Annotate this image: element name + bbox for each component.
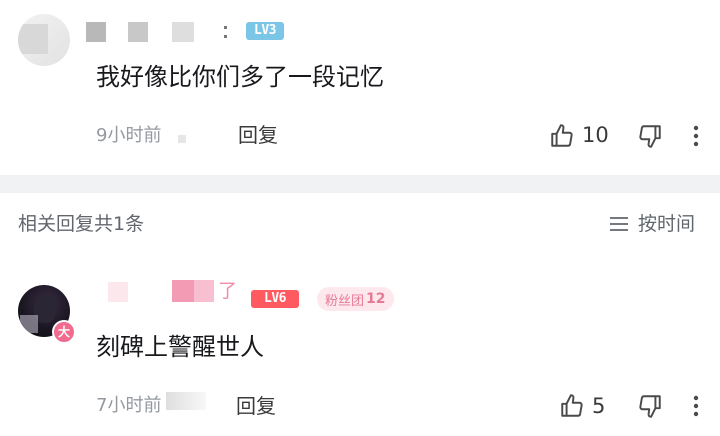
reply-username-char: 了 [218,280,238,302]
comment-reply-button[interactable]: 回复 [238,121,278,149]
dislike-icon[interactable] [636,392,664,420]
avatar-badge: 大 [52,320,76,344]
dislike-icon[interactable] [636,122,664,150]
comment-level-badge: LV3 [246,22,284,40]
comment-time: 9小时前 [96,125,162,146]
reply-username[interactable]: 了 [100,280,240,306]
comment-text: 我好像比你们多了一段记忆 [96,63,384,91]
fan-badge-level: 12 [366,291,386,307]
replies-count-title: 相关回复共1条 [18,213,145,235]
comment-avatar[interactable] [18,14,70,66]
reply-like-count: 5 [592,394,606,418]
reply-reply-button[interactable]: 回复 [236,392,276,420]
more-vertical-icon[interactable] [686,392,706,420]
reply-level-badge: LV6 [251,290,299,308]
section-divider [0,175,720,193]
more-vertical-icon[interactable] [686,122,706,150]
reply-time-blur [166,392,206,410]
menu-lines-icon [608,214,630,234]
comment-like-count: 10 [582,123,609,147]
like-icon[interactable] [558,392,586,420]
fan-badge-label: 粉丝团 [325,293,365,309]
like-icon[interactable] [548,122,576,150]
reply-text: 刻碑上警醒世人 [96,333,264,361]
reply-time: 7小时前 [96,395,162,416]
comment-username-redacted[interactable] [86,22,236,44]
sort-by-time-button[interactable]: 按时间 [608,210,708,238]
comment-time-blur [178,135,186,143]
fan-badge[interactable]: 粉丝团 12 [317,287,394,311]
sort-label: 按时间 [638,213,696,235]
